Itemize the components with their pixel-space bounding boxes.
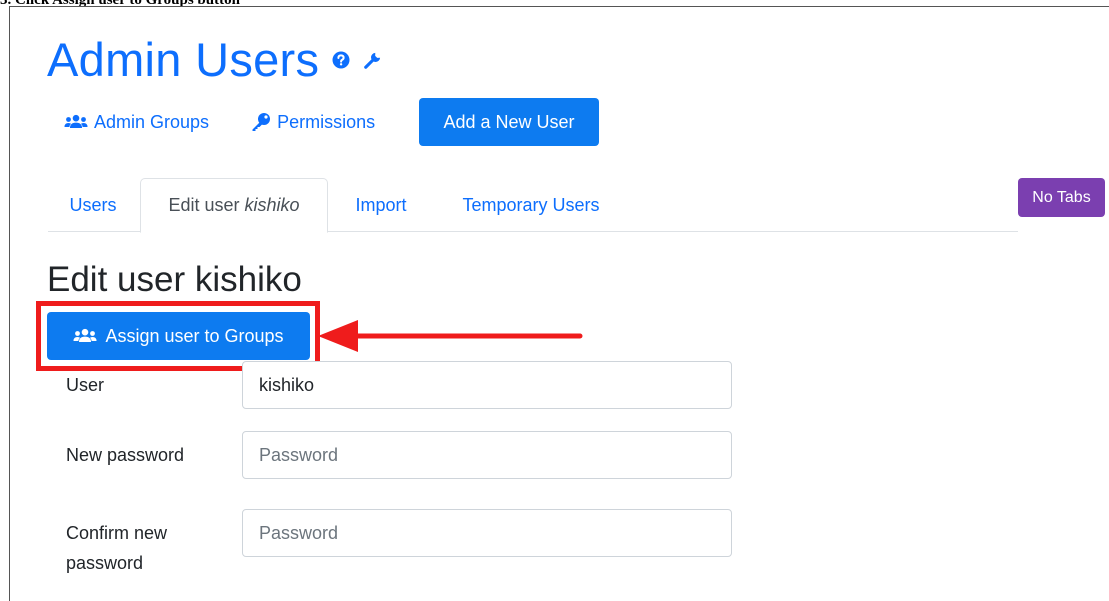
user-tabs: Users Edit user kishiko Import Temporary… [48, 178, 1018, 233]
users-icon [73, 328, 97, 342]
wrench-icon[interactable] [363, 50, 383, 70]
tab-temporary-users[interactable]: Temporary Users [440, 178, 622, 232]
users-icon [64, 114, 88, 128]
frame-border-top [9, 6, 1109, 7]
tab-edit-user[interactable]: Edit user kishiko [140, 178, 328, 233]
permissions-link[interactable]: Permissions [249, 98, 377, 146]
assign-user-to-groups-label: Assign user to Groups [105, 325, 284, 346]
instruction-caption: 3. Click Assign user to Groups button [0, 0, 240, 8]
admin-groups-label: Admin Groups [94, 111, 210, 132]
confirm-password-label: Confirm new password [66, 518, 167, 578]
frame-border-left [9, 6, 10, 601]
user-input[interactable] [242, 361, 732, 409]
tab-edit-user-name: kishiko [244, 195, 300, 215]
key-icon [252, 113, 271, 131]
no-tabs-button[interactable]: No Tabs [1018, 178, 1105, 217]
page-title-text: Admin Users [47, 33, 320, 86]
user-label: User [66, 375, 105, 395]
admin-subnav: Admin Groups Permissions [62, 98, 415, 146]
new-password-label: New password [66, 445, 185, 465]
question-circle-icon[interactable] [331, 50, 351, 70]
tab-users[interactable]: Users [48, 178, 138, 232]
page-title: Admin Users [47, 30, 383, 90]
assign-user-to-groups-button[interactable]: Assign user to Groups [47, 312, 310, 360]
tab-edit-user-prefix: Edit user [168, 195, 245, 215]
confirm-password-label-line2: password [66, 553, 144, 573]
tab-import[interactable]: Import [334, 178, 428, 232]
confirm-password-input[interactable] [242, 509, 732, 557]
add-new-user-button[interactable]: Add a New User [419, 98, 599, 146]
confirm-password-label-line1: Confirm new [66, 523, 168, 543]
arrow-annotation [318, 320, 583, 352]
new-password-input[interactable] [242, 431, 732, 479]
permissions-label: Permissions [277, 111, 376, 132]
page-heading: Edit user kishiko [47, 260, 302, 299]
admin-groups-link[interactable]: Admin Groups [62, 98, 211, 146]
